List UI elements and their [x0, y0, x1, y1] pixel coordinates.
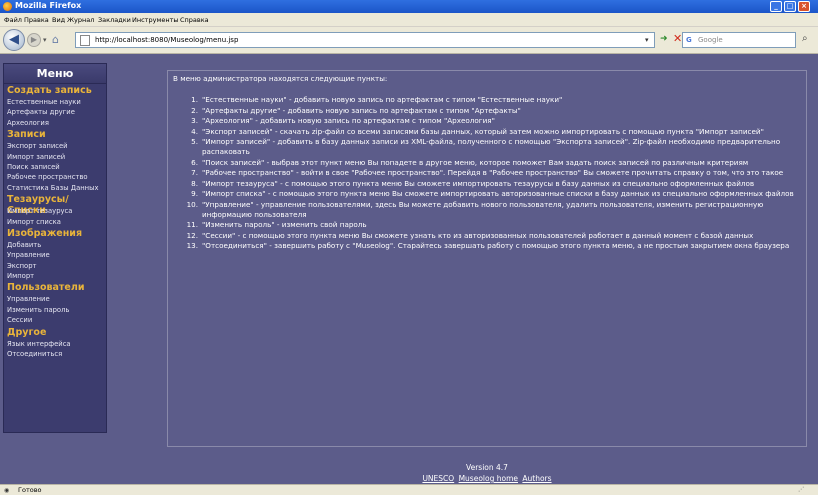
authors-link[interactable]: Authors	[522, 474, 551, 483]
menu-file[interactable]: Файл	[4, 16, 22, 24]
google-icon[interactable]: G	[686, 36, 692, 44]
sidebar-item-search-records[interactable]: Поиск записей	[4, 162, 106, 172]
status-bar: ◉ Готово ⋰	[0, 484, 818, 495]
sidebar-item-manage-users[interactable]: Управление	[4, 294, 106, 304]
sidebar-item-import-images[interactable]: Импорт	[4, 271, 106, 281]
list-item: 1. "Естественные науки" - добавить новую …	[191, 95, 563, 104]
maximize-button[interactable]: □	[784, 1, 796, 12]
sidebar-item-db-statistics[interactable]: Статистика Базы Данных	[4, 183, 106, 193]
footer-links: UNESCO Museolog home Authors	[421, 474, 552, 483]
section-images: Изображения	[7, 227, 83, 239]
section-create-record: Создать запись	[7, 85, 92, 96]
unesco-link[interactable]: UNESCO	[422, 474, 454, 483]
sidebar-item-sessions[interactable]: Сессии	[4, 315, 106, 325]
list-item: 10. "Управление" - управление пользовател…	[186, 199, 764, 219]
resize-grip-icon[interactable]: ⋰	[798, 486, 804, 493]
help-list: 1. "Естественные науки" - добавить новую …	[176, 95, 804, 252]
list-item: 7. "Рабочее пространство" - войти в свое …	[191, 168, 784, 178]
search-icon[interactable]: ⌕	[802, 33, 808, 44]
version-label: Version 4.7	[466, 463, 508, 472]
list-item: 6. "Поиск записей" - выбрав этот пункт ме…	[191, 157, 749, 167]
museolog-home-link[interactable]: Museolog home	[459, 474, 518, 483]
history-dropdown-icon[interactable]: ▾	[43, 36, 47, 44]
sidebar-item-import-thesaurus[interactable]: Импорт тезауруса	[4, 206, 106, 216]
sidebar-title: Меню	[4, 64, 106, 84]
menu-tools[interactable]: Инструменты	[132, 16, 179, 24]
navigation-toolbar: ◀ ▶ ▾ ⌂ http://localhost:8080/Museolog/m…	[0, 27, 818, 54]
section-thesauri: Тезаурусы/Списки	[7, 194, 69, 217]
sidebar-item-import-records[interactable]: Импорт записей	[4, 152, 106, 162]
firefox-icon	[3, 2, 12, 11]
list-item: 3. "Археология" - добавить новую запись п…	[191, 116, 495, 126]
page-icon	[80, 35, 90, 46]
forward-button[interactable]: ▶	[27, 33, 41, 47]
help-panel: В меню администратора находятся следующи…	[167, 70, 807, 447]
search-input[interactable]: Google	[698, 36, 723, 44]
list-item: 8. "Импорт тезауруса" - с помощью этого п…	[191, 178, 755, 188]
section-records: Записи	[7, 129, 46, 141]
sidebar-item-other-artifacts[interactable]: Артефакты другие	[4, 107, 106, 117]
page-viewport: Меню Создать запись Естественные науки А…	[0, 54, 818, 484]
sidebar-item-workspace[interactable]: Рабочее пространство	[4, 172, 106, 182]
sidebar-item-archaeology[interactable]: Археология	[4, 118, 106, 128]
go-icon[interactable]: ➜	[660, 34, 668, 44]
search-bar[interactable]: G Google	[682, 32, 796, 48]
chevron-down-icon[interactable]: ▾	[645, 36, 649, 44]
window-title: Mozilla Firefox	[15, 1, 82, 10]
sidebar-item-export-images[interactable]: Экспорт	[4, 261, 106, 271]
list-item: 5. "Импорт записей" - добавить в базу дан…	[191, 137, 781, 156]
sidebar-item-manage-images[interactable]: Управление	[4, 250, 106, 260]
list-item: 2. "Артефакты другие" - добавить новую за…	[191, 105, 521, 115]
status-text: Готово	[18, 486, 42, 494]
url-bar[interactable]: http://localhost:8080/Museolog/menu.jsp …	[75, 32, 655, 48]
list-item: 12. "Сессии" - с помощью этого пункта мен…	[186, 230, 754, 240]
section-users: Пользователи	[7, 282, 85, 294]
page-footer: Version 4.7 UNESCO Museolog home Authors	[167, 463, 807, 483]
url-input[interactable]: http://localhost:8080/Museolog/menu.jsp	[95, 36, 238, 44]
sidebar-item-change-password[interactable]: Изменить пароль	[4, 305, 106, 315]
sidebar-menu: Меню Создать запись Естественные науки А…	[3, 63, 107, 433]
sidebar-item-export-records[interactable]: Экспорт записей	[4, 141, 106, 151]
close-button[interactable]: ×	[798, 1, 810, 12]
menu-bookmarks[interactable]: Закладки	[98, 16, 131, 24]
sidebar-item-import-list[interactable]: Импорт списка	[4, 217, 106, 227]
minimize-button[interactable]: _	[770, 1, 782, 12]
sidebar-item-natural-sciences[interactable]: Естественные науки	[4, 97, 106, 107]
list-item: 9. "Импорт списка" - с помощью этого пунк…	[191, 189, 794, 199]
section-other: Другое	[7, 326, 47, 338]
home-icon[interactable]: ⌂	[52, 33, 66, 47]
list-item: 13. "Отсоединиться" - завершить работу с …	[186, 241, 790, 251]
menu-history[interactable]: Журнал	[67, 16, 94, 24]
menu-bar: Файл Правка Вид Журнал Закладки Инструме…	[0, 13, 818, 27]
sidebar-item-add-image[interactable]: Добавить	[4, 240, 106, 250]
list-item: 11. "Изменить пароль" - изменить свой пар…	[186, 220, 367, 230]
list-item: 4. "Экспорт записей" - скачать zip-файл с…	[191, 126, 764, 136]
menu-view[interactable]: Вид	[52, 16, 65, 24]
status-icon: ◉	[4, 487, 10, 494]
back-button[interactable]: ◀	[3, 29, 25, 51]
stop-icon[interactable]: ✕	[673, 32, 682, 45]
menu-edit[interactable]: Правка	[24, 16, 49, 24]
sidebar-item-interface-language[interactable]: Язык интерфейса	[4, 339, 106, 349]
menu-help[interactable]: Справка	[180, 16, 209, 24]
sidebar-item-logout[interactable]: Отсоединиться	[4, 349, 106, 359]
window-titlebar: Mozilla Firefox _ □ ×	[0, 0, 818, 13]
help-intro: В меню администратора находятся следующи…	[173, 74, 388, 83]
